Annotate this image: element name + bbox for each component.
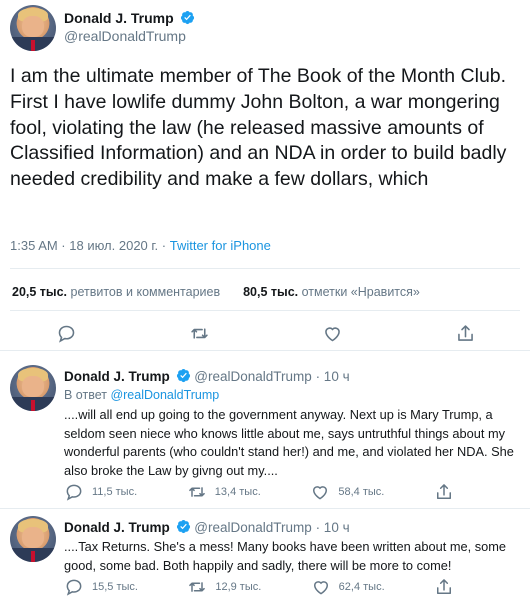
likes-label[interactable]: отметки «Нравится» (302, 285, 420, 299)
share-button[interactable] (434, 577, 454, 597)
tweet-source[interactable]: Twitter for iPhone (170, 238, 271, 253)
reply-icon (58, 325, 75, 343)
retweet-button[interactable] (189, 323, 210, 344)
reply-actions: 15,5 тыс. 12,9 тыс. 62,4 тыс. (64, 577, 454, 597)
likes-count[interactable]: 80,5 тыс. (243, 285, 298, 299)
verified-badge-icon (176, 519, 190, 534)
divider (0, 508, 530, 509)
reply-to-prefix: В ответ (64, 388, 111, 402)
retweet-icon (188, 487, 205, 497)
reply-to-line: В ответ @realDonaldTrump (64, 388, 219, 402)
reply-actions: 11,5 тыс. 13,4 тыс. 58,4 тыс. (64, 482, 454, 502)
retweet-count: 12,9 тыс. (215, 581, 262, 593)
reply-time[interactable]: · 10 ч (316, 520, 350, 535)
like-button[interactable] (322, 323, 343, 344)
reply-icon (66, 484, 82, 501)
reply-text: ....Tax Returns. She's a mess! Many book… (64, 539, 507, 573)
reply-button[interactable] (56, 323, 77, 344)
reply-to-mention[interactable]: @realDonaldTrump (110, 388, 219, 402)
like-icon (313, 486, 328, 500)
tweet-timestamp[interactable]: 1:35 AM · 18 июл. 2020 г. · (10, 238, 170, 253)
reply-author-name[interactable]: Donald J. Trump (64, 369, 170, 384)
author-name-row[interactable]: Donald J. Trump (64, 10, 195, 26)
reply-button[interactable]: 11,5 тыс. (64, 482, 137, 502)
retweet-icon (191, 328, 208, 339)
reply-time[interactable]: · 10 ч (316, 369, 350, 384)
like-count: 62,4 тыс. (338, 581, 385, 593)
retweets-label[interactable]: ретвитов и комментариев (71, 285, 221, 299)
divider (0, 350, 530, 351)
divider (10, 268, 520, 269)
share-button[interactable] (455, 323, 476, 344)
retweet-count: 13,4 тыс. (214, 486, 261, 498)
main-tweet-actions (56, 323, 476, 344)
like-count: 58,4 тыс. (338, 486, 385, 498)
tweet-text: I am the ultimate member of The Book of … (10, 65, 507, 191)
reply-button[interactable]: 15,5 тыс. (64, 577, 138, 597)
like-icon (313, 581, 328, 595)
reply-avatar[interactable] (10, 365, 56, 411)
share-button[interactable] (434, 482, 454, 502)
like-button[interactable]: 58,4 тыс. (310, 482, 384, 502)
reply-header: Donald J. Trump @realDonaldTrump · 10 ч (64, 368, 350, 384)
share-icon (436, 579, 451, 594)
divider (10, 310, 520, 311)
like-button[interactable]: 62,4 тыс. (311, 577, 385, 597)
reply-avatar[interactable] (10, 516, 56, 562)
retweet-button[interactable]: 12,9 тыс. (187, 577, 261, 597)
verified-badge-icon (180, 10, 194, 25)
author-avatar[interactable] (10, 5, 56, 51)
share-icon (436, 484, 451, 499)
retweet-icon (189, 582, 206, 592)
tweet-meta: 1:35 AM · 18 июл. 2020 г. · Twitter for … (10, 238, 271, 253)
reply-author-handle[interactable]: @realDonaldTrump (194, 520, 312, 535)
reply-author-name[interactable]: Donald J. Trump (64, 520, 170, 535)
reply-text: ....will all end up going to the governm… (64, 407, 514, 479)
author-handle[interactable]: @realDonaldTrump (64, 28, 186, 44)
author-name[interactable]: Donald J. Trump (64, 10, 174, 26)
verified-badge-icon (176, 368, 190, 383)
reply-author-handle[interactable]: @realDonaldTrump (194, 369, 312, 384)
engagement-stats: 20,5 тыс. ретвитов и комментариев 80,5 т… (12, 285, 420, 299)
share-icon (458, 325, 473, 341)
reply-header: Donald J. Trump @realDonaldTrump · 10 ч (64, 519, 350, 535)
like-icon (325, 327, 340, 342)
reply-icon (66, 579, 82, 596)
reply-count: 15,5 тыс. (92, 581, 138, 593)
retweet-button[interactable]: 13,4 тыс. (187, 482, 261, 502)
retweets-count[interactable]: 20,5 тыс. (12, 285, 67, 299)
reply-count: 11,5 тыс. (92, 486, 138, 498)
